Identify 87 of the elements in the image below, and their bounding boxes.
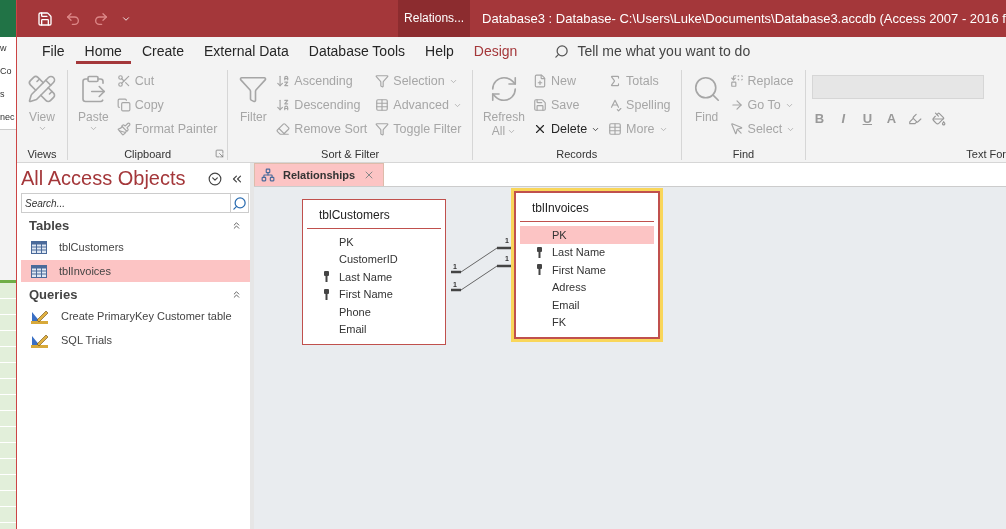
nav-item[interactable]: SQL Trials (21, 329, 250, 351)
nav-item[interactable]: tblCustomers (21, 236, 250, 258)
background-text: w (0, 42, 7, 55)
field-row[interactable]: Last Name (307, 268, 441, 286)
dropdown-icon[interactable] (208, 171, 222, 186)
relationship-line[interactable] (451, 246, 511, 274)
collapse-icon (231, 220, 242, 231)
key-icon (323, 288, 330, 300)
group-label: Text For (966, 148, 1006, 160)
key-icon (536, 246, 543, 258)
group-label: Clipboard (124, 148, 172, 160)
nav-item[interactable]: tblInvoices (21, 260, 250, 282)
funnel-icon (238, 74, 269, 104)
key-icon (536, 264, 543, 276)
section-header[interactable]: Queries (21, 284, 250, 305)
highlighter-icon[interactable] (908, 111, 923, 126)
table-icon (375, 98, 390, 112)
launcher-icon[interactable] (215, 149, 225, 158)
save-icon (532, 98, 547, 112)
replace-icon (729, 74, 744, 88)
sort-descending-icon (276, 98, 291, 112)
search-button[interactable] (231, 193, 249, 213)
field-row[interactable]: Email (307, 320, 441, 338)
spell-check-icon (608, 98, 623, 112)
search-icon (554, 43, 570, 59)
group-label: Sort & Filter (321, 148, 380, 160)
nav-pane-title: All Access Objects (21, 167, 187, 190)
nav-item[interactable]: Create PrimaryKey Customer table (21, 305, 250, 327)
field-row[interactable]: Adress (520, 278, 654, 296)
ribbon-tab[interactable]: Help (416, 43, 463, 64)
funnel-icon (375, 122, 390, 136)
caret-icon (37, 124, 47, 133)
field-row[interactable]: PK (520, 226, 654, 244)
field-row[interactable]: Email (520, 296, 654, 314)
query-icon (31, 308, 49, 324)
ribbon-tab[interactable]: Design (464, 43, 527, 64)
ribbon-tab[interactable]: File (33, 43, 74, 64)
scissors-icon (116, 74, 131, 88)
undo-icon[interactable] (65, 10, 81, 27)
funnel-icon (375, 74, 390, 88)
caret-icon (88, 124, 98, 133)
pointer-icon (729, 122, 744, 136)
redo-icon[interactable] (93, 10, 109, 27)
ribbon-button[interactable]: Delete (532, 118, 605, 140)
tell-me-placeholder: Tell me what you want to do (577, 43, 751, 59)
arrow-icon (729, 98, 744, 112)
field-row[interactable]: First Name (520, 261, 654, 279)
section-header[interactable]: Tables (21, 215, 250, 236)
field-row[interactable]: Last Name (520, 243, 654, 261)
eraser-icon (276, 122, 291, 136)
ribbon-tab[interactable]: Create (132, 43, 193, 64)
copy-icon (116, 98, 131, 112)
query-icon (31, 332, 49, 348)
table-box[interactable]: tblCustomers PK CustomerID Last Name First Name Phone Email (302, 199, 446, 345)
table-box[interactable]: tblInvoices PK Last Name First Name Adress Email FK (514, 191, 660, 339)
group-label: Views (27, 148, 57, 160)
background-text: s (0, 88, 5, 101)
group-label: Records (556, 148, 598, 160)
table-title: tblInvoices (520, 193, 654, 222)
field-row[interactable]: First Name (307, 285, 441, 303)
table-icon (31, 264, 47, 278)
document-tab[interactable]: Relationships (254, 163, 385, 186)
field-row[interactable]: CustomerID (307, 250, 441, 268)
save-icon[interactable] (37, 10, 53, 27)
field-row[interactable]: PK (307, 233, 441, 251)
ribbon-tab[interactable]: Database Tools (299, 43, 415, 64)
search-field[interactable]: Search... (21, 193, 231, 213)
ruler-pencil-icon (27, 74, 57, 104)
relationship-line[interactable] (451, 263, 511, 292)
background-text: Co (0, 65, 12, 78)
new-record-icon (532, 74, 547, 88)
ribbon-tab[interactable]: External Data (194, 43, 298, 64)
collapse-icon (231, 289, 242, 300)
brush-icon (116, 122, 131, 136)
background-text: nec (0, 111, 15, 124)
table-icon (608, 122, 623, 136)
tell-me-field[interactable]: Tell me what you want to do (554, 43, 751, 64)
key-icon (323, 271, 330, 283)
table-icon (31, 240, 47, 254)
table-title: tblCustomers (307, 200, 441, 229)
field-row[interactable]: Phone (307, 303, 441, 321)
relationships-icon (261, 168, 275, 182)
window-title: Database3 : Database- C:\Users\Luke\Documents\Database3.accdb (Access 2007 - 2016 f (481, 11, 1006, 26)
sort-ascending-icon (276, 74, 291, 88)
paint-bucket-icon[interactable] (932, 111, 947, 126)
field-row[interactable]: FK (520, 313, 654, 331)
group-label: Find (732, 148, 755, 160)
